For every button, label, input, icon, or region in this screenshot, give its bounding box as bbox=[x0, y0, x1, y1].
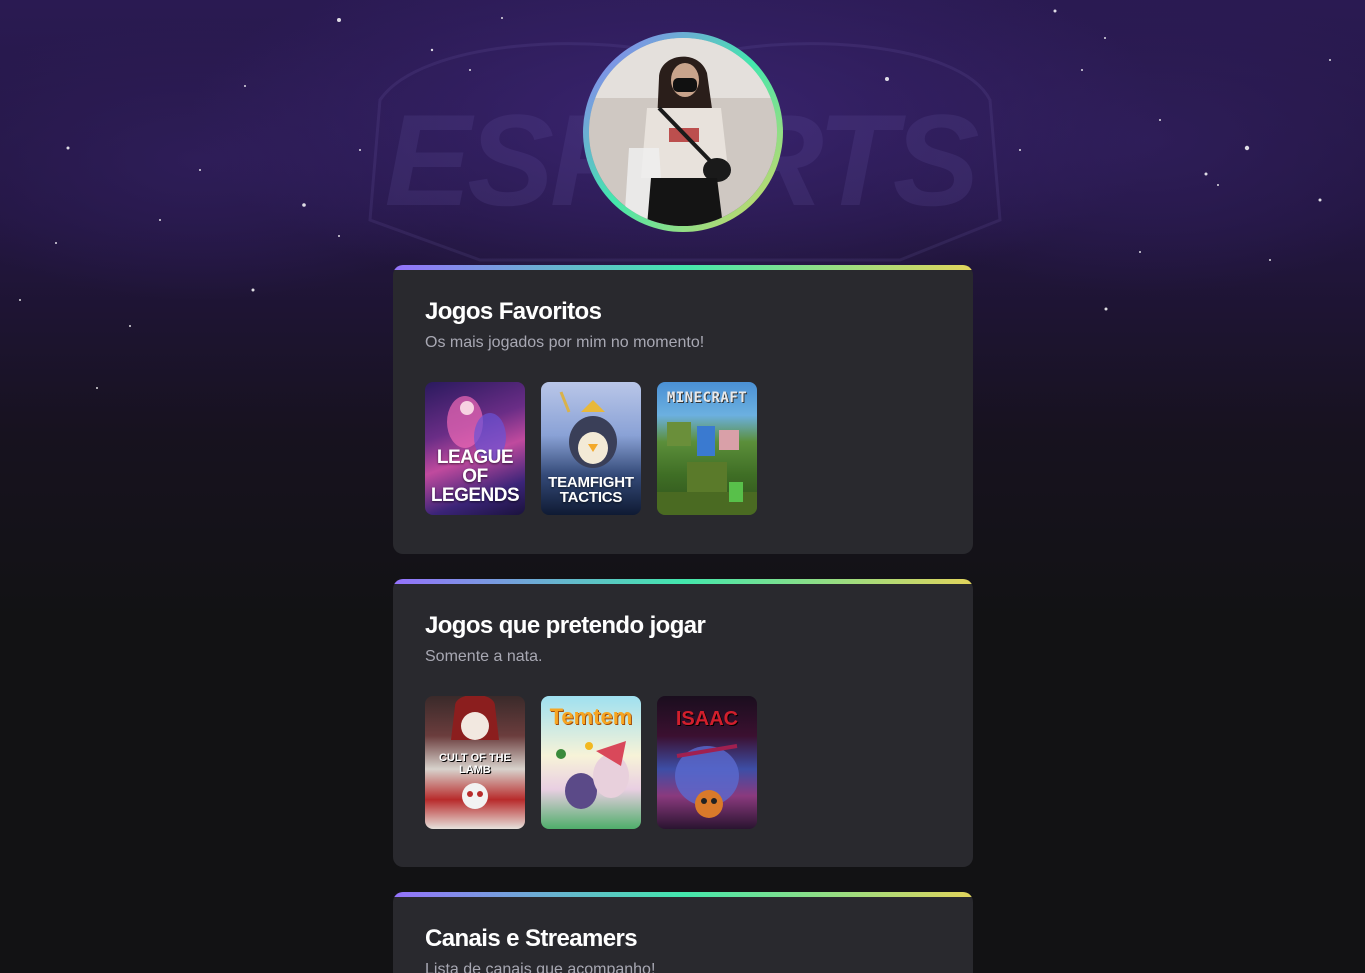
game-title: MINECRAFT bbox=[666, 390, 748, 406]
games-list: CULT OF THE LAMB Temtem ISAAC bbox=[425, 696, 941, 829]
section-subtitle: Os mais jogados por mim no momento! bbox=[425, 334, 705, 351]
section-title: Jogos que pretendo jogar bbox=[425, 612, 706, 639]
game-teamfight-tactics[interactable]: TEAMFIGHT TACTICS bbox=[541, 382, 641, 515]
section-subtitle: Somente a nata. bbox=[425, 648, 543, 665]
section-title: Canais e Streamers bbox=[425, 925, 638, 952]
game-title: ISAAC bbox=[675, 708, 739, 730]
wishlist-games-card: Jogos que pretendo jogar Somente a nata.… bbox=[393, 579, 973, 867]
section-subtitle: Lista de canais que acompanho! bbox=[425, 961, 656, 973]
favorite-games-card: Jogos Favoritos Os mais jogados por mim … bbox=[393, 265, 973, 554]
game-league-of-legends[interactable]: LEAGUE OF LEGENDS bbox=[425, 382, 525, 515]
game-title: Temtem bbox=[549, 704, 633, 729]
avatar-photo bbox=[589, 38, 777, 226]
channels-card: Canais e Streamers Lista de canais que a… bbox=[393, 892, 973, 973]
person-photo-icon bbox=[589, 38, 777, 226]
game-temtem[interactable]: Temtem bbox=[541, 696, 641, 829]
avatar bbox=[583, 32, 783, 232]
game-minecraft[interactable]: MINECRAFT bbox=[657, 382, 757, 515]
game-title: LEAGUE OF LEGENDS bbox=[430, 447, 520, 506]
game-title: CULT OF THE LAMB bbox=[439, 752, 511, 776]
section-title: Jogos Favoritos bbox=[425, 298, 602, 325]
game-title: TEAMFIGHT TACTICS bbox=[548, 474, 634, 506]
games-list: LEAGUE OF LEGENDS TEAMFIGHT TACTICS MINE… bbox=[425, 382, 941, 515]
game-isaac[interactable]: ISAAC bbox=[657, 696, 757, 829]
game-cult-of-the-lamb[interactable]: CULT OF THE LAMB bbox=[425, 696, 525, 829]
